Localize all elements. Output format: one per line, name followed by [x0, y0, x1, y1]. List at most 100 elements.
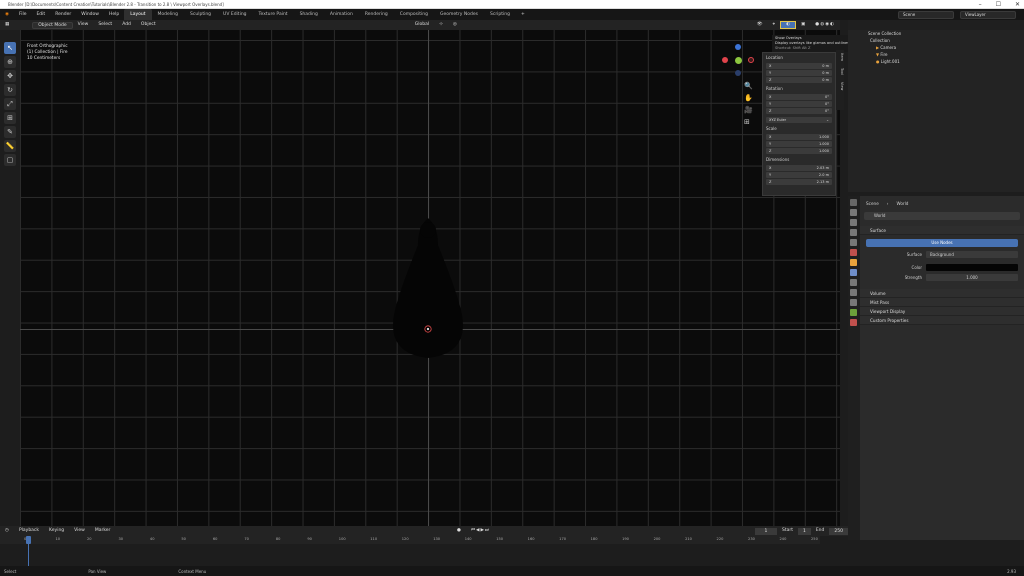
rotation-x-field[interactable]: X 0° — [766, 94, 832, 100]
strength-field[interactable]: 1.000 — [926, 274, 1018, 281]
overlays-toggle-button[interactable]: ◐ — [780, 21, 797, 29]
scale-y-field[interactable]: Y 1.000 — [766, 141, 832, 147]
tab-texture-paint[interactable]: Texture Paint — [253, 9, 294, 20]
tab-sculpting[interactable]: Sculpting — [184, 9, 217, 20]
menu-file[interactable]: File — [14, 9, 32, 20]
object-tab-icon[interactable] — [850, 259, 857, 266]
dimensions-z-field[interactable]: Z 2.13 m — [766, 179, 832, 185]
scene-tab-icon[interactable] — [850, 239, 857, 246]
mist-pass-panel-header[interactable]: Mist Pass — [860, 298, 1024, 307]
measure-tool-icon[interactable]: 📏 — [4, 140, 16, 152]
cursor-tool-icon[interactable]: ⊕ — [4, 56, 16, 68]
fire-object-silhouette[interactable] — [20, 30, 840, 526]
shading-mode-icons[interactable]: ●◍◉◐ — [810, 20, 840, 30]
menu-window[interactable]: Window — [76, 9, 104, 20]
tab-animation[interactable]: Animation — [324, 9, 359, 20]
modifier-tab-icon[interactable] — [850, 269, 857, 276]
end-frame-field[interactable]: 250 — [829, 527, 848, 535]
tab-compositing[interactable]: Compositing — [394, 9, 434, 20]
tab-layout[interactable]: Layout — [124, 9, 152, 20]
constraints-tab-icon[interactable] — [850, 299, 857, 306]
location-y-field[interactable]: Y0 m — [766, 70, 832, 76]
tab-shading[interactable]: Shading — [294, 9, 324, 20]
navigation-gizmo[interactable] — [720, 42, 756, 78]
rotate-tool-icon[interactable]: ↻ — [4, 84, 16, 96]
volume-panel-header[interactable]: Volume — [860, 289, 1024, 298]
viewport-display-panel-header[interactable]: Viewport Display — [860, 307, 1024, 316]
outliner-scene-collection[interactable]: Scene Collection — [848, 30, 1024, 37]
tab-geometry-nodes[interactable]: Geometry Nodes — [434, 9, 484, 20]
scene-selector[interactable]: Scene — [898, 10, 954, 19]
menu-render[interactable]: Render — [50, 9, 76, 20]
add-cube-tool-icon[interactable]: ▢ — [4, 154, 16, 166]
snap-icon[interactable]: ⊹ — [434, 20, 448, 30]
particles-tab-icon[interactable] — [850, 279, 857, 286]
location-z-field[interactable]: Z0 m — [766, 77, 832, 83]
scale-tool-icon[interactable]: ⤢ — [4, 98, 16, 110]
3d-viewport[interactable] — [20, 30, 840, 526]
rotation-y-field[interactable]: Y 0° — [766, 101, 832, 107]
tab-rendering[interactable]: Rendering — [359, 9, 394, 20]
render-tab-icon[interactable] — [850, 209, 857, 216]
surface-panel-header[interactable]: Surface — [860, 226, 1024, 235]
menu-marker[interactable]: Marker — [90, 526, 116, 536]
gizmo-toggle-icon[interactable]: ⌖ — [768, 20, 781, 30]
dimensions-x-field[interactable]: X 2.03 m — [766, 165, 832, 171]
tool-tab-icon[interactable] — [850, 199, 857, 206]
scale-x-field[interactable]: X 1.000 — [766, 134, 832, 140]
outliner-row-collection[interactable]: Collection — [848, 37, 1024, 44]
dimensions-y-field[interactable]: Y 2.0 m — [766, 172, 832, 178]
world-tab-icon[interactable] — [850, 249, 857, 256]
location-x-field[interactable]: X0 m — [766, 63, 832, 69]
playhead[interactable] — [26, 536, 31, 544]
tab-tool[interactable]: Tool — [840, 65, 844, 78]
menu-keying[interactable]: Keying — [44, 526, 69, 536]
menu-object[interactable]: Object — [136, 20, 161, 30]
custom-properties-panel-header[interactable]: Custom Properties — [860, 316, 1024, 325]
use-nodes-button[interactable]: Use Nodes — [866, 239, 1018, 247]
playback-controls-icon[interactable]: ⏮◀▶⏭ — [466, 526, 495, 536]
editor-type-icon[interactable]: ▦ — [0, 20, 14, 30]
transform-tool-icon[interactable]: ⊞ — [4, 112, 16, 124]
xray-icon[interactable]: ▣ — [796, 20, 810, 30]
record-icon[interactable]: ● — [452, 526, 466, 536]
timeline-area[interactable]: 0102030405060708090100110120130140150160… — [0, 536, 848, 566]
tab-item[interactable]: Item — [840, 50, 844, 64]
menu-select[interactable]: Select — [93, 20, 117, 30]
view-layer-selector[interactable]: ViewLayer — [960, 10, 1016, 19]
data-tab-icon[interactable] — [850, 309, 857, 316]
start-frame-field[interactable]: 1 — [797, 527, 811, 535]
move-tool-icon[interactable]: ✥ — [4, 70, 16, 82]
minimize-icon[interactable]: – — [979, 0, 982, 9]
tab-scripting[interactable]: Scripting — [484, 9, 516, 20]
output-tab-icon[interactable] — [850, 219, 857, 226]
rotation-z-field[interactable]: Z 0° — [766, 108, 832, 114]
zoom-icon[interactable]: 🔍 — [744, 80, 753, 92]
visibility-icon[interactable]: 👁 — [752, 20, 768, 30]
menu-add[interactable]: Add — [117, 20, 136, 30]
menu-help[interactable]: Help — [104, 9, 124, 20]
tab-modeling[interactable]: Modeling — [152, 9, 184, 20]
close-icon[interactable]: ✕ — [1015, 0, 1020, 9]
ortho-grid-icon[interactable]: ⊞ — [744, 116, 753, 128]
annotate-tool-icon[interactable]: ✎ — [4, 126, 16, 138]
camera-view-icon[interactable]: 🎥 — [744, 104, 753, 116]
menu-edit[interactable]: Edit — [31, 9, 50, 20]
rotation-mode-dropdown[interactable]: XYZ Euler ⌄ — [766, 117, 832, 123]
tab-view[interactable]: View — [840, 79, 844, 93]
current-frame-field[interactable]: 1 — [754, 527, 777, 535]
menu-playback[interactable]: Playback — [14, 526, 44, 536]
outliner-row-fire[interactable]: ▼ Fire — [848, 51, 1024, 58]
select-tool-icon[interactable]: ↖ — [4, 42, 16, 54]
outliner-row-light[interactable]: ● Light.001 — [848, 58, 1024, 65]
tab-uv-editing[interactable]: UV Editing — [217, 9, 252, 20]
color-swatch[interactable] — [926, 264, 1018, 271]
scale-z-field[interactable]: Z 1.000 — [766, 148, 832, 154]
surface-shader-dropdown[interactable]: Background — [926, 251, 1018, 258]
menu-timeline-view[interactable]: View — [69, 526, 90, 536]
pan-hand-icon[interactable]: ✋ — [744, 92, 753, 104]
material-tab-icon[interactable] — [850, 319, 857, 326]
physics-tab-icon[interactable] — [850, 289, 857, 296]
outliner-row-camera[interactable]: ▶ Camera — [848, 44, 1024, 51]
timeline-editor-icon[interactable]: ◷ — [0, 526, 14, 536]
